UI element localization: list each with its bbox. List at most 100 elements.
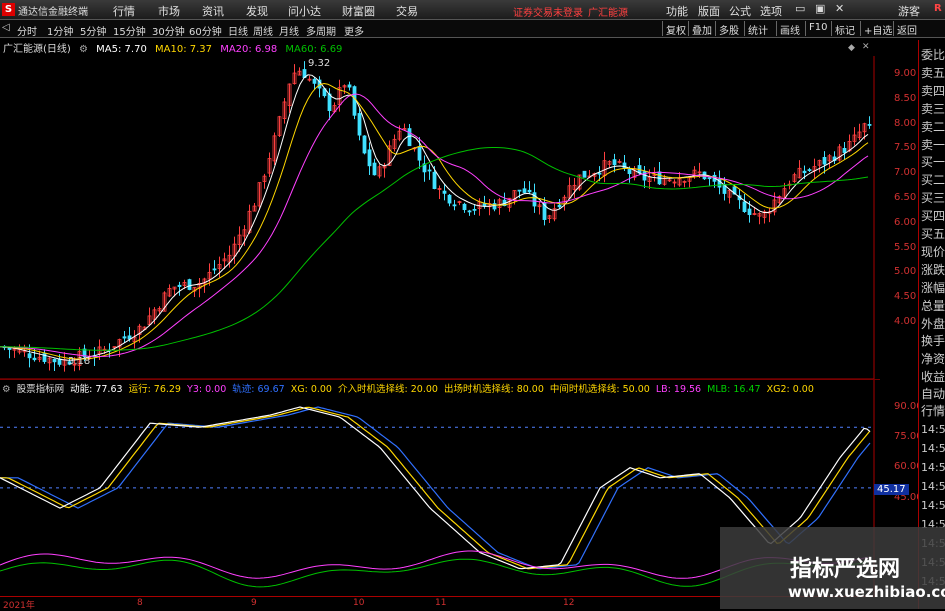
price-tick: 6.50	[894, 192, 917, 203]
sidebar-item[interactable]: 买四	[921, 207, 945, 224]
candle-body	[627, 169, 632, 174]
quote-sidebar: 委比 卖五 卖四 卖三 卖二 卖一 买一 买二 买三 买四 买五 现价 涨跌 涨幅 总量 外盘 换手 净资 收益 自动…	[918, 40, 945, 609]
price-tick: 7.00	[894, 167, 917, 179]
ma20-label: MA20: 6.98	[220, 44, 278, 55]
candle-body	[472, 208, 477, 211]
candle-body	[557, 204, 562, 208]
price-tick: 9.00	[894, 68, 917, 79]
ind-mlb: MLB: 16.47	[707, 384, 761, 395]
candle-body	[52, 358, 57, 363]
x-label-12: 12	[563, 598, 575, 608]
sidebar-time: 14:5	[921, 499, 945, 512]
candle-body	[867, 124, 872, 126]
ind-yunxing: 运行: 76.29	[128, 384, 181, 395]
candle-body	[742, 201, 747, 212]
candle-body	[807, 169, 812, 171]
candle-body	[842, 147, 847, 153]
sidebar-time: 14:5	[921, 461, 945, 474]
current-value-badge: 45.17	[874, 484, 909, 495]
candle-body	[612, 159, 617, 166]
low-price-label: 3.18	[68, 356, 91, 367]
indicator-gear-icon[interactable]: ⚙	[2, 384, 11, 395]
sidebar-item[interactable]: 买五	[921, 225, 945, 242]
candle-body	[187, 279, 192, 290]
sidebar-item[interactable]: 净资	[921, 350, 945, 367]
candle-body	[407, 128, 412, 147]
sidebar-item[interactable]: 买三	[921, 189, 945, 206]
sidebar-item[interactable]: 卖一	[921, 136, 945, 153]
x-label-11: 11	[435, 598, 447, 608]
candle-body	[327, 93, 332, 112]
price-tick: 8.00	[894, 117, 917, 129]
sidebar-time: 14:5	[921, 423, 945, 436]
sidebar-item[interactable]: 买二	[921, 171, 945, 188]
ind-dongneng: 动能: 77.63	[70, 384, 123, 395]
candle-body	[527, 189, 532, 193]
price-tick: 5.00	[894, 266, 917, 278]
price-tick: 4.00	[894, 316, 917, 327]
ind-guiji: 轨迹: 69.67	[232, 384, 285, 395]
ind-lb: LB: 19.56	[655, 384, 702, 395]
indicator-header: ⚙ 股票指标网 动能: 77.63 运行: 76.29 Y3: 0.00 轨迹:…	[0, 379, 880, 395]
sidebar-item[interactable]: 收益	[921, 368, 945, 385]
ind-jieru: 介入时机选择线: 20.00	[338, 384, 438, 395]
sidebar-item[interactable]: 涨跌	[921, 261, 945, 278]
sidebar-item[interactable]: 换手	[921, 332, 945, 349]
ind-xg2: XG2: 0.00	[766, 384, 814, 395]
x-label-10: 10	[353, 598, 365, 608]
sidebar-item[interactable]: 总量	[921, 297, 945, 314]
candle-body	[212, 268, 217, 271]
sidebar-item[interactable]: 卖四	[921, 82, 945, 99]
chart-pin-icon[interactable]: ◆	[848, 43, 855, 53]
sidebar-item[interactable]: 卖五	[921, 64, 945, 81]
ind-y3: Y3: 0.00	[187, 384, 227, 395]
indicator-name: 股票指标网	[16, 384, 65, 395]
chart-close-icon[interactable]: ✕	[862, 42, 870, 52]
candle-body	[597, 172, 602, 175]
sidebar-item[interactable]: 现价	[921, 243, 945, 260]
sidebar-item[interactable]: 外盘	[921, 315, 945, 332]
sidebar-item[interactable]: 买一	[921, 153, 945, 170]
candle-body	[447, 194, 452, 204]
sidebar-item[interactable]: 卖三	[921, 100, 945, 117]
price-tick: 5.50	[894, 241, 917, 253]
x-label-8: 8	[137, 598, 143, 608]
candle-body	[27, 353, 32, 359]
x-label-9: 9	[251, 598, 257, 608]
ind-chuchang: 出场时机选择线: 80.00	[443, 384, 544, 395]
ma60-label: MA60: 6.69	[285, 44, 343, 55]
sidebar-lower-item[interactable]: 自动	[921, 385, 945, 402]
candle-body	[442, 190, 447, 194]
sidebar-item[interactable]: 涨幅	[921, 279, 945, 296]
candle-body	[467, 210, 472, 213]
candle-body	[312, 78, 317, 84]
kline-chart[interactable]	[0, 0, 945, 609]
candle-body	[347, 84, 352, 88]
candle-body	[32, 357, 37, 361]
settings-gear-icon[interactable]: ⚙	[79, 44, 88, 55]
candle-body	[177, 284, 182, 287]
candle-body	[367, 149, 372, 167]
candle-body	[452, 204, 457, 207]
candle-body	[707, 177, 712, 180]
sidebar-item[interactable]: 卖二	[921, 118, 945, 135]
ma10-line	[0, 82, 869, 360]
candle-body	[822, 157, 827, 165]
candle-body	[122, 336, 127, 339]
price-tick: 8.50	[894, 92, 917, 104]
candle-body	[432, 171, 437, 189]
ma20-line	[0, 93, 869, 358]
watermark-url: www.xuezhibiao.com	[788, 583, 945, 601]
candle-body	[372, 162, 377, 176]
candle-body	[357, 113, 362, 136]
candle-body	[482, 203, 487, 207]
high-price-label: 9.32	[308, 58, 331, 69]
sidebar-lower-item[interactable]: 行情	[921, 402, 945, 419]
candle-body	[582, 170, 587, 178]
main-chart-header: 广汇能源(日线) ⚙ MA5: 7.70 MA10: 7.37 MA20: 6.…	[0, 40, 880, 55]
candle-body	[427, 169, 432, 172]
sidebar-item[interactable]: 委比	[921, 46, 945, 63]
candle-body	[417, 146, 422, 161]
price-tick: 7.50	[894, 142, 917, 154]
x-label-2021: 2021年	[3, 601, 35, 611]
